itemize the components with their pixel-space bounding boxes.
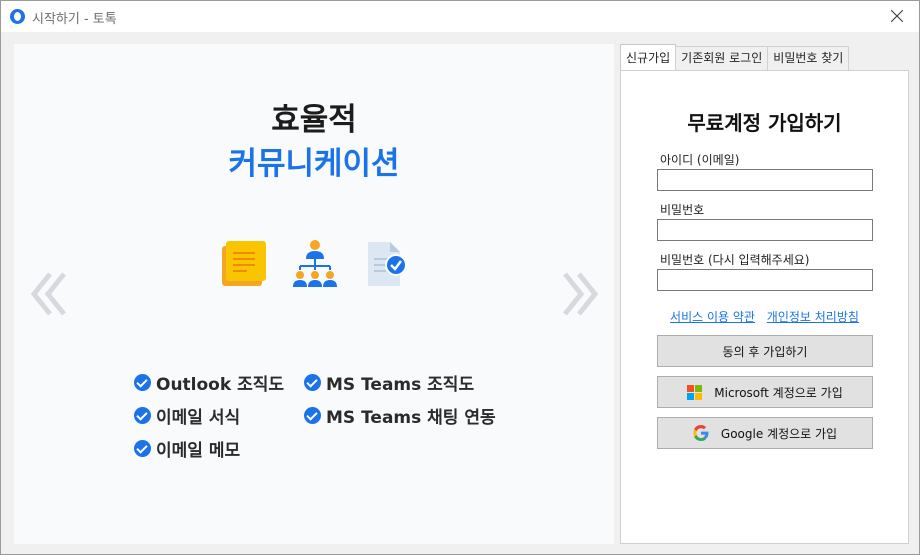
password-input[interactable]: [657, 219, 873, 241]
sticky-note-icon: [222, 241, 266, 286]
promo-subheadline: 커뮤니케이션: [228, 146, 400, 182]
microsoft-signup-button[interactable]: Microsoft 계정으로 가입: [657, 376, 873, 408]
double-chevron-right-icon: [563, 272, 599, 316]
feature-item: MS Teams 채팅 연동: [304, 403, 496, 428]
tab-login[interactable]: 기존회원 로그인: [675, 46, 769, 70]
terms-link[interactable]: 서비스 이용 약관: [670, 310, 755, 324]
carousel-next-button[interactable]: [557, 270, 601, 318]
promo-headline: 효율적: [271, 102, 357, 138]
check-circle-icon: [304, 407, 321, 424]
feature-item: 이메일 서식: [134, 403, 240, 428]
id-input[interactable]: [657, 169, 873, 191]
feature-item: 이메일 메모: [134, 436, 240, 461]
check-circle-icon: [134, 407, 151, 424]
tab-signup[interactable]: 신규가입: [620, 44, 677, 70]
carousel-prev-button[interactable]: [28, 270, 72, 318]
signup-form-panel: 무료계정 가입하기 아이디 (이메일) 비밀번호 비밀번호 (다시 입력해주세요…: [620, 70, 909, 544]
privacy-link[interactable]: 개인정보 처리방침: [767, 310, 859, 324]
password-confirm-input[interactable]: [657, 269, 873, 291]
feature-item: MS Teams 조직도: [304, 370, 474, 395]
auth-tabs: 신규가입 기존회원 로그인 비밀번호 찾기: [620, 44, 850, 70]
microsoft-logo-icon: [687, 384, 703, 400]
feature-item: Outlook 조직도: [134, 370, 284, 395]
promo-panel: 효율적 커뮤니케이션 Outlook 조직도 MS Teams 조직도 이메일 …: [14, 44, 614, 544]
close-button[interactable]: [875, 1, 919, 32]
app-window: 시작하기 - 토톡 효율적 커뮤니케이션 Outlook 조직도 MS Team…: [0, 0, 920, 555]
check-circle-icon: [134, 374, 151, 391]
id-label: 아이디 (이메일): [660, 153, 740, 167]
tab-find-password[interactable]: 비밀번호 찾기: [767, 46, 850, 70]
signup-button[interactable]: 동의 후 가입하기: [657, 335, 873, 367]
check-circle-icon: [304, 374, 321, 391]
title-bar: 시작하기 - 토톡: [1, 1, 919, 32]
google-logo-icon: [693, 425, 709, 441]
google-signup-button[interactable]: Google 계정으로 가입: [657, 417, 873, 449]
close-icon: [891, 10, 903, 22]
double-chevron-left-icon: [30, 272, 66, 316]
org-chart-icon: [293, 240, 337, 287]
form-title: 무료계정 가입하기: [687, 111, 842, 135]
check-circle-icon: [134, 440, 151, 457]
password-label: 비밀번호: [660, 203, 705, 217]
window-title: 시작하기 - 토톡: [32, 12, 117, 27]
app-logo-icon: [10, 9, 25, 24]
document-check-icon: [368, 242, 407, 286]
password-confirm-label: 비밀번호 (다시 입력해주세요): [660, 253, 810, 267]
legal-links: 서비스 이용 약관 개인정보 처리방침: [621, 308, 908, 325]
feature-icons: [219, 239, 419, 291]
